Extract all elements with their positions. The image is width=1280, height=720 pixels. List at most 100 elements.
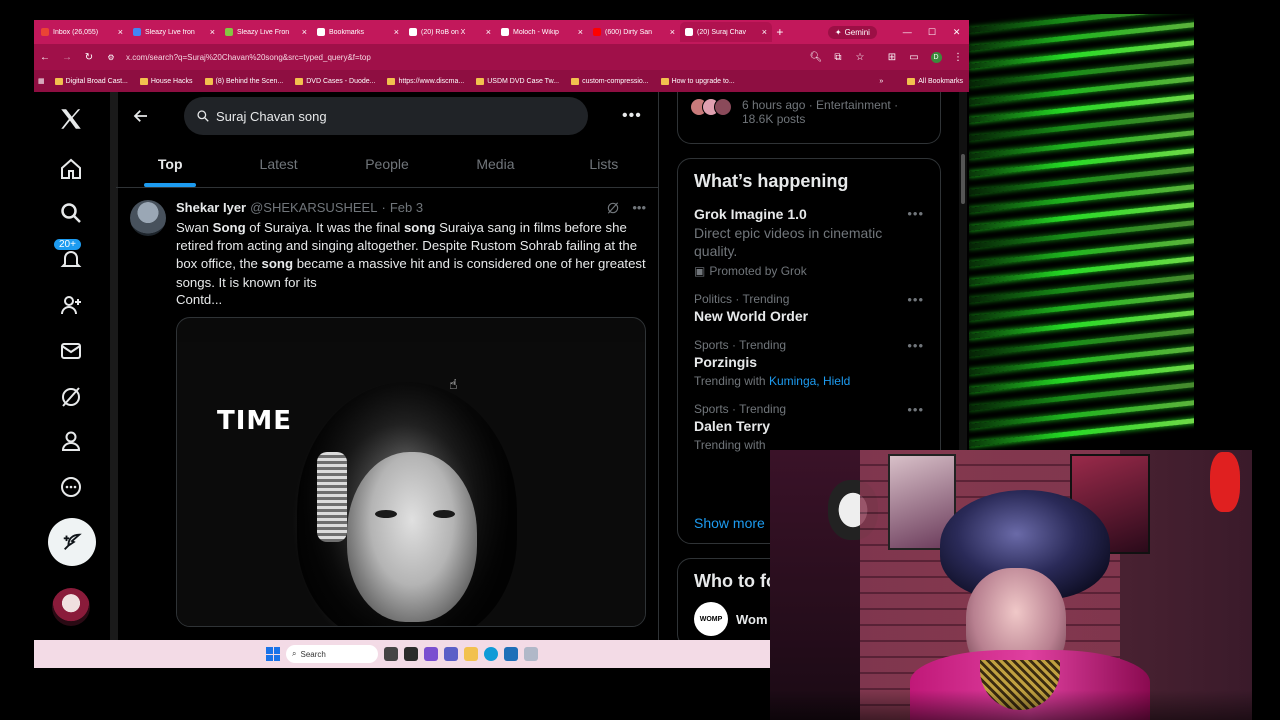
maximize-button[interactable]: ☐ [920,27,945,38]
browser-tab[interactable]: Inbox (26,055) × [36,22,128,42]
browser-tab[interactable]: Sleazy Live Fron × [220,22,312,42]
close-tab-icon[interactable]: × [394,27,399,37]
extensions-icon[interactable]: ⊞ [885,52,899,63]
suggestion-avatar[interactable]: WOMP [694,602,728,636]
search-input[interactable]: Suraj Chavan song [184,97,588,135]
install-icon[interactable]: ⧉ [831,52,845,63]
suggestion-name[interactable]: Wom [736,612,768,627]
site-info-icon[interactable]: ⚙ [104,53,118,62]
trend-more-icon[interactable]: ••• [907,206,924,221]
account-avatar[interactable] [52,588,90,626]
browser-tab[interactable]: (20) Suraj Chav × [680,22,772,42]
teams-icon[interactable] [444,647,458,661]
trend-more-icon[interactable]: ••• [907,292,924,307]
minimize-button[interactable]: — [895,27,920,37]
trend-card-partial[interactable]: 6 hours ago · Entertainment · 18.6K post… [677,92,941,144]
desktop: Inbox (26,055) × Sleazy Live fron × Sleazy L… [0,0,1280,720]
tab-lists[interactable]: Lists [550,140,658,187]
windows-start-icon[interactable] [266,647,280,661]
tweet-media-video[interactable]: TIME ☝ [176,316,646,627]
tab-top[interactable]: Top [116,140,224,187]
bookmark-item[interactable]: (8) Behind the Scen... [204,77,283,85]
file-explorer-icon[interactable] [464,647,478,661]
search-more-icon[interactable]: ••• [622,107,642,125]
task-view-icon[interactable] [404,647,418,661]
apps-icon[interactable]: ▦ [38,77,45,85]
all-bookmarks-folder[interactable]: All Bookmarks [907,77,963,85]
notifications-icon[interactable]: 20+ [53,238,88,276]
tab-latest[interactable]: Latest [224,140,332,187]
close-tab-icon[interactable]: × [762,27,767,37]
trend-item[interactable]: ••• Sports · Trending Dalen Terry Trending … [694,402,924,452]
trend-more-icon[interactable]: ••• [907,402,924,417]
bookmark-item[interactable]: Digital Broad Cast... [54,77,128,85]
tweet-author-name[interactable]: Shekar Iyer [176,200,246,215]
grok-icon[interactable] [606,201,620,215]
show-more-link[interactable]: Show more [694,515,765,531]
close-tab-icon[interactable]: × [302,27,307,37]
close-tab-icon[interactable]: × [670,27,675,37]
close-tab-icon[interactable]: × [486,27,491,37]
browser-tab[interactable]: (600) Dirty San × [588,22,680,42]
browser-tab[interactable]: Sleazy Live fron × [128,22,220,42]
tweet-date[interactable]: Feb 3 [390,200,423,215]
bookmark-star-icon[interactable]: ☆ [853,52,867,63]
more-options-icon[interactable] [54,470,88,504]
video-caption: TIME [217,405,293,436]
copilot-icon[interactable] [424,647,438,661]
tweet-more-icon[interactable]: ••• [632,200,646,215]
bookmark-item[interactable]: https://www.discma... [387,77,464,85]
trend-item[interactable]: ••• Politics · Trending New World Order [694,292,924,324]
tweet-contd[interactable]: Contd... [176,292,646,307]
forward-icon[interactable]: → [60,52,74,63]
profile-icon[interactable] [54,424,88,458]
bookmark-item[interactable]: USDM DVD Case Tw... [476,77,559,85]
tweet[interactable]: Shekar Iyer @SHEKARSUSHEEL · Feb 3 ••• S… [116,188,658,627]
trend-more-icon[interactable]: ••• [907,338,924,353]
x-logo-icon[interactable] [54,102,88,136]
back-icon[interactable]: ← [38,52,52,63]
close-tab-icon[interactable]: × [118,27,123,37]
browser-tab[interactable]: Moloch - Wikip × [496,22,588,42]
explore-search-icon[interactable] [54,196,88,230]
home-icon[interactable] [54,152,88,186]
close-window-button[interactable]: ✕ [944,27,969,38]
bookmark-item[interactable]: DVD Cases - Duode... [295,77,375,85]
reload-icon[interactable]: ↻ [82,52,96,63]
messages-icon[interactable] [54,334,88,368]
trend-item[interactable]: ••• Grok Imagine 1.0 Direct epic videos in… [694,206,924,278]
follow-icon[interactable] [54,288,88,322]
zoom-icon[interactable]: 🔍︎ [809,52,823,63]
tab-media[interactable]: Media [441,140,549,187]
sidebar-icon[interactable]: ▭ [907,52,921,63]
browser-menu-icon[interactable]: ⋮ [951,52,965,63]
store-icon[interactable] [504,647,518,661]
close-tab-icon[interactable]: × [578,27,583,37]
trend-item[interactable]: ••• Sports · Trending Porzingis Trending wi… [694,338,924,388]
trending-with-links[interactable]: Kuminga, Hield [769,374,850,388]
browser-tab[interactable]: Bookmarks × [312,22,404,42]
tab-people[interactable]: People [333,140,441,187]
compose-post-button[interactable] [48,518,96,566]
url-field[interactable]: x.com/search?q=Suraj%20Chavan%20song&src… [126,53,801,62]
search-match: song [261,256,294,272]
back-arrow-icon[interactable] [128,103,154,129]
bookmark-icon [204,77,213,85]
edge-icon[interactable] [484,647,498,661]
taskbar-search[interactable]: ⌕ Search [286,645,378,663]
tweet-author-handle[interactable]: @SHEKARSUSHEEL [250,200,377,215]
new-tab-button[interactable]: + [772,25,788,39]
grok-icon[interactable] [54,380,88,414]
bookmark-item[interactable]: House Hacks [139,77,193,85]
bookmark-item[interactable]: How to upgrade to... [660,77,735,85]
close-tab-icon[interactable]: × [210,27,215,37]
profile-avatar[interactable]: D [929,51,943,63]
more-bookmarks-icon[interactable]: » [879,78,883,85]
browser-tab[interactable]: (20) RoB on X × [404,22,496,42]
tweet-author-avatar[interactable] [130,200,166,236]
widgets-icon[interactable] [384,647,398,661]
settings-icon[interactable] [524,647,538,661]
gemini-button[interactable]: ✦ Gemini [827,25,877,39]
bookmark-item[interactable]: custom-compressio... [571,77,649,85]
scrollbar-thumb[interactable] [961,154,965,204]
